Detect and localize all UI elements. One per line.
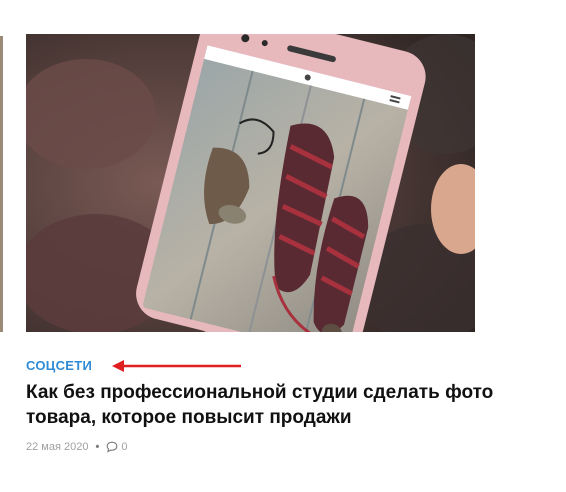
previous-card-edge [0,36,3,332]
post-meta: 22 мая 2020 • 0 [26,439,127,455]
post-image[interactable] [26,34,475,332]
comment-icon [106,441,118,453]
comments-link[interactable]: 0 [106,441,127,453]
arrow-left-icon [112,360,241,372]
comments-count: 0 [121,441,128,453]
post-photo [26,34,475,332]
post-title[interactable]: Как без профессиональной студии сделать … [26,380,506,430]
post-date: 22 мая 2020 [26,441,89,453]
category-link[interactable]: СОЦСЕТИ [26,358,92,374]
meta-separator: • [95,441,100,453]
